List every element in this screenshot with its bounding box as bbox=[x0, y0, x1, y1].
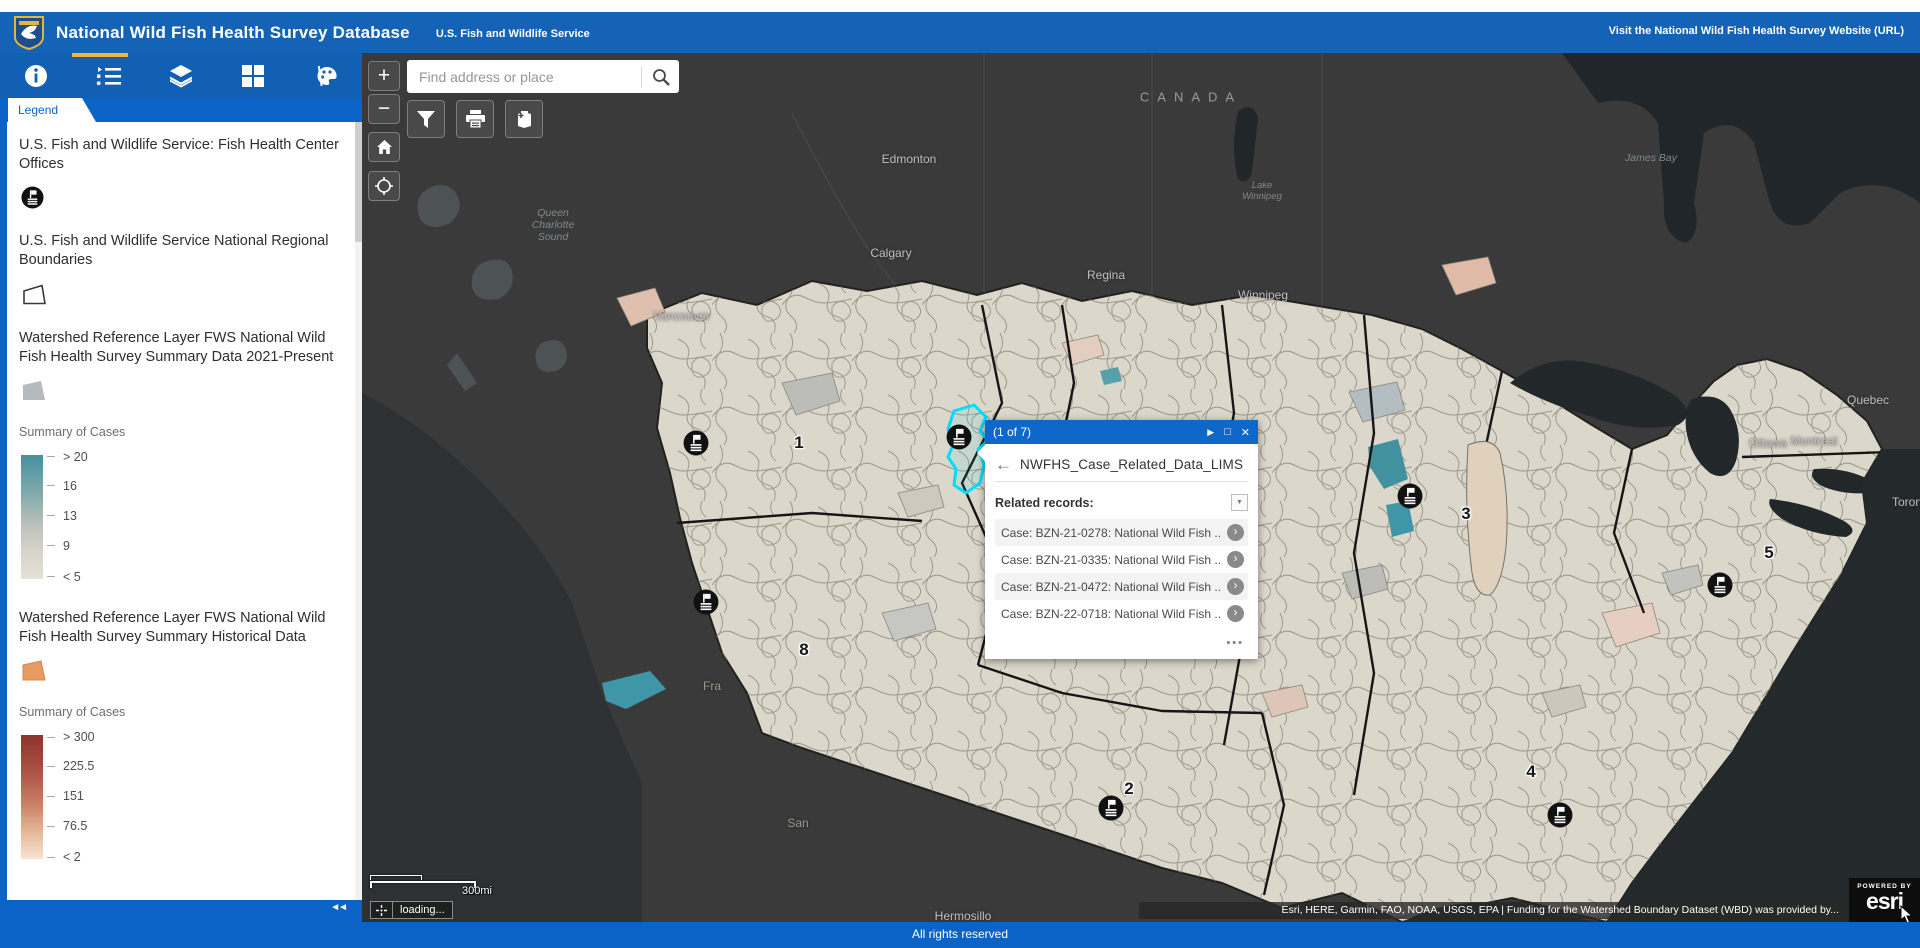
record-label: Case: BZN-22-0718: National Wild Fish ..… bbox=[1001, 606, 1221, 621]
zoom-in-button[interactable]: + bbox=[368, 61, 400, 91]
summary-ramp-historical: > 300 225.5 151 76.5 < 2 bbox=[21, 729, 340, 875]
legend-panel: U.S. Fish and Wildlife Service: Fish Hea… bbox=[7, 122, 362, 900]
collapse-panel-button[interactable]: ◄◄ bbox=[330, 902, 348, 913]
sidebar: Legend U.S. Fish and Wildlife Service: F… bbox=[0, 53, 362, 922]
map-canvas[interactable]: CANADA James Bay Lake Winnipeg Queen Cha… bbox=[362, 53, 1920, 922]
related-records-label: Related records: bbox=[995, 495, 1094, 510]
popup-close-icon[interactable]: ✕ bbox=[1241, 426, 1250, 439]
fish-health-center-marker[interactable] bbox=[683, 430, 709, 456]
page-title: National Wild Fish Health Survey Databas… bbox=[56, 22, 410, 42]
related-record-row[interactable]: Case: BZN-21-0335: National Wild Fish ..… bbox=[995, 546, 1248, 573]
legend-tab-row: Legend bbox=[0, 98, 362, 122]
search-box bbox=[407, 60, 679, 93]
apps-grid-icon bbox=[242, 64, 265, 87]
popup-pager: (1 of 7) bbox=[993, 425, 1032, 439]
panel-scrollbar[interactable] bbox=[355, 122, 362, 900]
scale-bar-secondary bbox=[370, 875, 422, 880]
tab-apps[interactable] bbox=[217, 53, 289, 98]
legend-section-title: Watershed Reference Layer FWS National W… bbox=[19, 609, 326, 645]
coordinates-widget: loading... bbox=[370, 901, 453, 919]
active-tab-indicator bbox=[72, 53, 128, 57]
popup-header[interactable]: (1 of 7) ▶ □ ✕ bbox=[985, 420, 1258, 444]
record-label: Case: BZN-21-0335: National Wild Fish ..… bbox=[1001, 552, 1221, 567]
print-button[interactable] bbox=[456, 100, 494, 138]
footer-text: All rights reserved bbox=[911, 927, 1009, 941]
watershed-current-swatch bbox=[23, 380, 45, 400]
search-button[interactable] bbox=[642, 60, 679, 93]
record-open-chevron[interactable]: › bbox=[1227, 578, 1244, 595]
fws-logo bbox=[14, 15, 44, 50]
locate-icon bbox=[375, 177, 393, 195]
panel-collapse-bar: ◄◄ bbox=[0, 900, 362, 922]
legend-section-title: U.S. Fish and Wildlife Service National … bbox=[19, 233, 329, 269]
tab-layers[interactable] bbox=[145, 53, 217, 98]
filter-funnel-icon bbox=[417, 110, 435, 128]
add-data-button[interactable] bbox=[505, 100, 543, 138]
widget-toolbar bbox=[0, 53, 362, 98]
crosshair-icon bbox=[371, 902, 393, 918]
top-white-strip bbox=[0, 0, 1920, 12]
fish-health-center-marker[interactable] bbox=[693, 589, 719, 615]
mouse-cursor bbox=[1900, 905, 1914, 922]
related-record-row[interactable]: Case: BZN-21-0278: National Wild Fish ..… bbox=[995, 519, 1248, 546]
tab-info[interactable] bbox=[0, 53, 72, 98]
locate-me-button[interactable] bbox=[368, 171, 400, 201]
popup-pointer bbox=[977, 444, 986, 462]
record-open-chevron[interactable]: › bbox=[1227, 551, 1244, 568]
popup-more-options[interactable]: ••• bbox=[995, 637, 1244, 649]
home-extent-button[interactable] bbox=[368, 132, 400, 162]
printer-icon bbox=[465, 110, 485, 128]
legend-section-title: Watershed Reference Layer FWS National W… bbox=[19, 329, 334, 365]
feature-popup: (1 of 7) ▶ □ ✕ ← NWFHS_Case_Related_Data… bbox=[977, 420, 1258, 659]
loading-text: loading... bbox=[400, 904, 445, 916]
legend-section-title: U.S. Fish and Wildlife Service: Fish Hea… bbox=[19, 137, 339, 173]
legend-list-icon bbox=[96, 66, 121, 85]
tab-legend[interactable] bbox=[72, 53, 144, 98]
fish-health-center-marker-selected[interactable] bbox=[946, 424, 972, 450]
legend-tab[interactable]: Legend bbox=[8, 98, 96, 122]
home-icon bbox=[376, 140, 392, 154]
popup-layer-title: NWFHS_Case_Related_Data_LIMS bbox=[1020, 457, 1244, 472]
fish-health-center-marker[interactable] bbox=[1547, 802, 1573, 828]
related-records-list: Case: BZN-21-0278: National Wild Fish ..… bbox=[995, 519, 1248, 627]
app-header: National Wild Fish Health Survey Databas… bbox=[0, 12, 1920, 53]
search-icon bbox=[652, 68, 670, 86]
fish-health-center-marker[interactable] bbox=[1707, 572, 1733, 598]
page-subtitle: U.S. Fish and Wildlife Service bbox=[435, 28, 590, 40]
scale-bar bbox=[370, 881, 476, 888]
watershed-historical-swatch bbox=[22, 660, 46, 681]
zoom-out-button[interactable]: − bbox=[368, 94, 400, 124]
related-record-row[interactable]: Case: BZN-22-0718: National Wild Fish ..… bbox=[995, 600, 1248, 627]
record-open-chevron[interactable]: › bbox=[1227, 524, 1244, 541]
record-label: Case: BZN-21-0472: National Wild Fish ..… bbox=[1001, 579, 1221, 594]
summary-ramp-current: > 20 16 13 9 < 5 bbox=[21, 449, 340, 595]
record-open-chevron[interactable]: › bbox=[1227, 605, 1244, 622]
ramp-label: Summary of Cases bbox=[19, 424, 126, 439]
fish-health-center-marker[interactable] bbox=[1397, 483, 1423, 509]
info-icon bbox=[25, 64, 48, 87]
basemap-palette-icon bbox=[317, 65, 337, 86]
popup-next-icon[interactable]: ▶ bbox=[1207, 427, 1214, 438]
map-attribution: Esri, HERE, Garmin, FAO, NOAA, USGS, EPA… bbox=[1139, 902, 1845, 919]
add-data-icon bbox=[517, 111, 531, 128]
popup-maximize-icon[interactable]: □ bbox=[1224, 426, 1231, 438]
website-link[interactable]: Visit the National Wild Fish Health Surv… bbox=[1609, 25, 1904, 37]
scale-label: 300mi bbox=[462, 885, 492, 897]
polygon-outline-symbol bbox=[23, 283, 46, 304]
popup-back-arrow[interactable]: ← bbox=[995, 456, 1012, 473]
related-records-dropdown[interactable]: ▼ bbox=[1231, 494, 1248, 511]
search-input[interactable] bbox=[407, 68, 641, 85]
fish-health-office-marker-symbol bbox=[21, 186, 44, 209]
tab-basemap[interactable] bbox=[290, 53, 362, 98]
filter-button[interactable] bbox=[407, 100, 445, 138]
app-footer: All rights reserved bbox=[0, 922, 1920, 948]
ramp-label: Summary of Cases bbox=[19, 705, 126, 719]
layers-icon bbox=[170, 64, 193, 87]
record-label: Case: BZN-21-0278: National Wild Fish ..… bbox=[1001, 525, 1221, 540]
related-record-row[interactable]: Case: BZN-21-0472: National Wild Fish ..… bbox=[995, 573, 1248, 600]
fish-health-center-marker[interactable] bbox=[1098, 795, 1124, 821]
